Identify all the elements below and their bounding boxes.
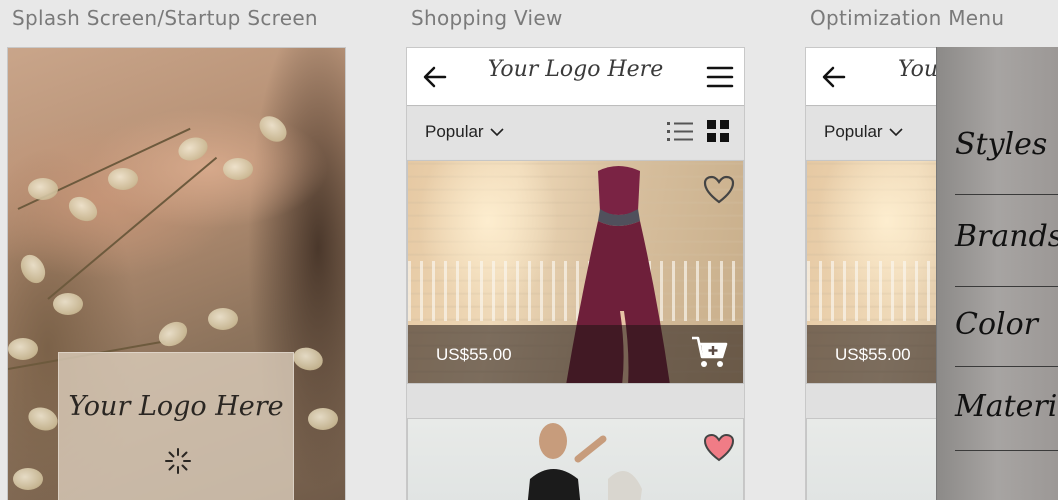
menu-item-material[interactable]: Material: [955, 389, 1058, 424]
back-arrow-icon[interactable]: [421, 63, 449, 91]
sort-dropdown[interactable]: Popular: [824, 122, 903, 142]
heart-icon[interactable]: [703, 433, 735, 463]
loading-spinner-icon: [165, 448, 191, 474]
heart-icon[interactable]: [703, 175, 735, 205]
menu-divider: [955, 450, 1058, 451]
shopping-screen: Your Logo Here Popular US$55.00: [406, 47, 745, 500]
sort-dropdown-label: Popular: [425, 122, 484, 141]
grid-view-icon[interactable]: [706, 119, 730, 143]
splash-logo-card: Your Logo Here: [58, 352, 294, 500]
menu-divider: [955, 366, 1058, 367]
product-price: US$55.00: [835, 345, 911, 364]
sort-dropdown[interactable]: Popular: [425, 122, 504, 142]
splash-screen: Your Logo Here: [7, 47, 346, 500]
filter-bar: Popular: [407, 107, 744, 159]
add-to-cart-icon[interactable]: [691, 335, 729, 369]
menu-divider: [955, 194, 1058, 195]
splash-logo-text: Your Logo Here: [68, 391, 284, 422]
back-arrow-icon[interactable]: [820, 63, 848, 91]
product-price: US$55.00: [436, 345, 512, 364]
optimization-menu-panel: Styles Brands Color Material: [936, 47, 1058, 500]
price-band: US$55.00: [408, 325, 743, 383]
list-view-icon[interactable]: [666, 119, 694, 145]
product-card[interactable]: US$55.00: [407, 160, 744, 384]
app-header: Your Logo Here: [407, 48, 744, 106]
model-figure: [527, 423, 642, 500]
menu-item-styles[interactable]: Styles: [955, 127, 1058, 162]
chevron-down-icon: [490, 128, 504, 137]
sort-dropdown-label: Popular: [824, 122, 883, 141]
optimization-column-title: Optimization Menu: [810, 6, 1005, 30]
splash-column-title: Splash Screen/Startup Screen: [12, 6, 318, 30]
menu-item-brands[interactable]: Brands: [955, 219, 1058, 254]
chevron-down-icon: [889, 128, 903, 137]
hamburger-menu-icon[interactable]: [706, 65, 734, 89]
product-card[interactable]: [407, 418, 744, 500]
menu-item-color[interactable]: Color: [955, 307, 1058, 342]
shopping-column-title: Shopping View: [411, 6, 563, 30]
menu-divider: [955, 286, 1058, 287]
header-logo-text[interactable]: Your Logo Here: [467, 57, 684, 82]
